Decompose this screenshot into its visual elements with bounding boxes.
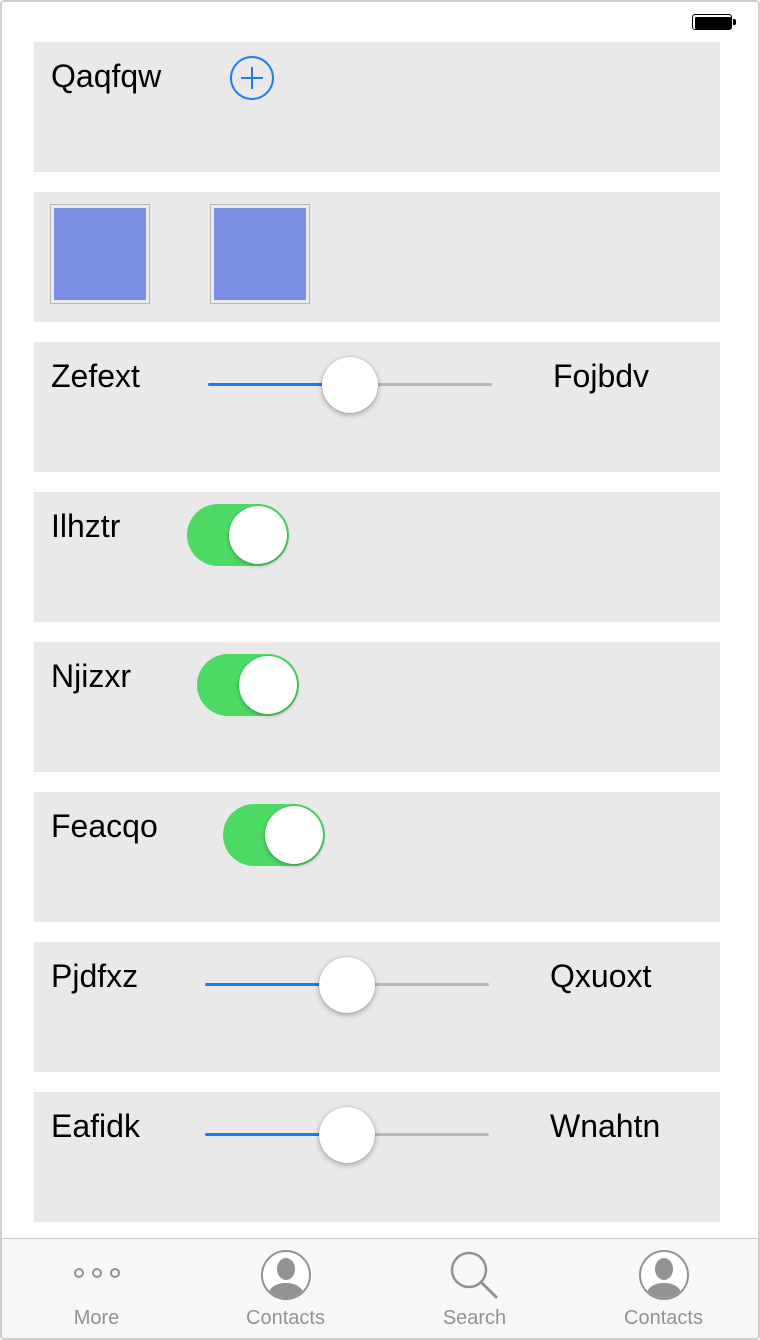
slider-min-label: Eafidk [51,1108,140,1144]
tab-contacts[interactable]: Contacts [191,1239,380,1338]
more-dots-icon [71,1249,123,1304]
slider[interactable] [205,1106,489,1166]
toggle-label: Feacqo [51,808,158,844]
battery-icon [692,14,736,32]
slider-row-1: Zefext Fojbdv [34,342,720,472]
search-icon [448,1249,502,1308]
color-swatch[interactable] [50,204,150,304]
slider-max-label: Fojbdv [553,358,650,394]
slider-thumb[interactable] [322,357,378,413]
slider-min-label: Zefext [51,358,140,394]
tab-label: Contacts [624,1307,703,1329]
slider-row-2: Pjdfxz Qxuoxt [34,942,720,1072]
toggle-row-1: Ilhztr [34,492,720,622]
toggle-knob [265,806,323,864]
swatch-row [34,192,720,322]
toggle-knob [229,506,287,564]
toggle-switch[interactable] [197,654,299,716]
tab-bar: More Contacts Search Contacts [2,1238,758,1338]
slider-thumb[interactable] [319,1107,375,1163]
slider-max-label: Qxuoxt [550,958,652,994]
toggle-row-3: Feacqo [34,792,720,922]
slider-max-label: Wnahtn [550,1108,661,1144]
tab-label: More [73,1307,120,1329]
tab-contacts[interactable]: Contacts [569,1239,758,1338]
contact-person-icon [260,1249,312,1306]
toggle-label: Njizxr [51,658,131,694]
add-row: Qaqfqw [34,42,720,172]
tab-label: Contacts [246,1307,325,1329]
toggle-row-2: Njizxr [34,642,720,772]
toggle-switch[interactable] [187,504,289,566]
slider-thumb[interactable] [319,957,375,1013]
slider-min-label: Pjdfxz [51,958,139,994]
slider-row-3: Eafidk Wnahtn [34,1092,720,1222]
toggle-switch[interactable] [223,804,325,866]
toggle-label: Ilhztr [51,508,121,544]
tab-label: Search [442,1307,507,1329]
slider[interactable] [208,356,492,416]
plus-circle-icon[interactable] [230,56,274,100]
slider[interactable] [205,956,489,1016]
toggle-knob [239,656,297,714]
app-screen: Qaqfqw Zefext Fojbdv Ilhztr Njizxr Feacq… [0,0,760,1340]
color-swatch[interactable] [210,204,310,304]
add-row-label: Qaqfqw [51,58,162,94]
tab-search[interactable]: Search [380,1239,569,1338]
tab-more[interactable]: More [2,1239,191,1338]
contact-person-icon [638,1249,690,1306]
